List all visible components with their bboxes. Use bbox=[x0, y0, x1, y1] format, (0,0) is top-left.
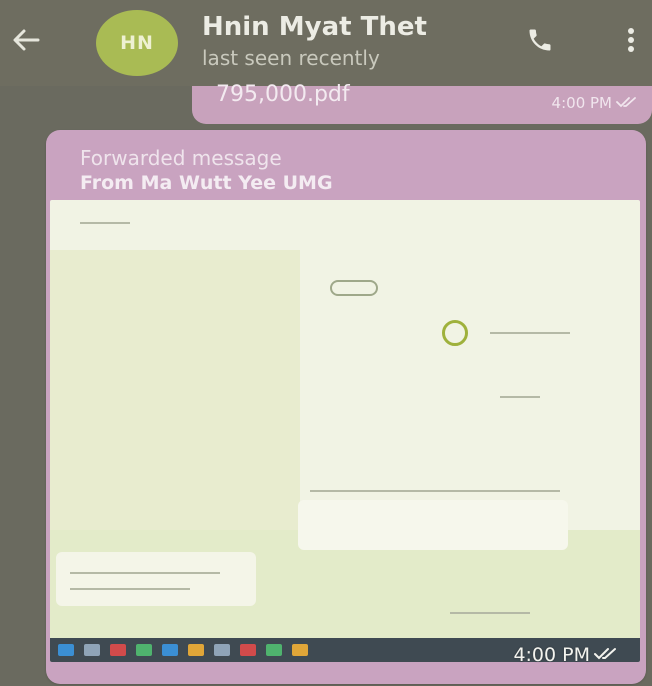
forwarded-message[interactable]: Forwarded message From Ma Wutt Yee UMG 4… bbox=[46, 130, 646, 684]
chat-area[interactable]: 795,000.pdf 4:00 PM Forwarded message Fr… bbox=[0, 82, 652, 686]
image-card bbox=[298, 500, 568, 550]
pill-shape bbox=[330, 280, 378, 296]
chat-header: HN Hnin Myat Thet last seen recently bbox=[0, 0, 652, 86]
arrow-left-icon bbox=[12, 28, 40, 57]
blurred-line bbox=[310, 490, 560, 492]
blurred-line bbox=[500, 396, 540, 398]
message-time: 4:00 PM bbox=[552, 94, 638, 112]
avatar-initials: HN bbox=[120, 32, 154, 54]
app-icon bbox=[188, 644, 204, 656]
call-button[interactable] bbox=[520, 22, 560, 62]
app-icon bbox=[240, 644, 256, 656]
blurred-line bbox=[490, 332, 570, 334]
forwarded-label: Forwarded message bbox=[80, 146, 282, 170]
app-icon bbox=[110, 644, 126, 656]
blurred-line bbox=[80, 222, 130, 224]
double-check-icon bbox=[616, 94, 638, 112]
back-button[interactable] bbox=[0, 18, 52, 66]
blurred-line bbox=[450, 612, 530, 614]
contact-name[interactable]: Hnin Myat Thet bbox=[202, 12, 427, 42]
forwarded-time-text: 4:00 PM bbox=[513, 644, 590, 666]
blurred-line bbox=[70, 572, 220, 574]
image-card bbox=[56, 552, 256, 606]
blurred-line bbox=[70, 588, 190, 590]
avatar[interactable]: HN bbox=[96, 10, 178, 76]
circle-icon bbox=[442, 320, 468, 346]
forwarded-from[interactable]: From Ma Wutt Yee UMG bbox=[80, 172, 333, 194]
contact-status: last seen recently bbox=[202, 46, 380, 70]
file-message[interactable]: 795,000.pdf 4:00 PM bbox=[192, 82, 652, 124]
app-icon bbox=[58, 644, 74, 656]
app-icon bbox=[266, 644, 282, 656]
app-icon bbox=[84, 644, 100, 656]
app-icon bbox=[136, 644, 152, 656]
file-name[interactable]: 795,000.pdf bbox=[216, 82, 350, 107]
double-check-icon bbox=[594, 644, 618, 666]
forwarded-image[interactable] bbox=[50, 200, 640, 662]
vertical-dots-icon bbox=[627, 27, 635, 58]
app-icon bbox=[162, 644, 178, 656]
app-icon bbox=[292, 644, 308, 656]
more-options-button[interactable] bbox=[616, 22, 646, 62]
app-icon bbox=[214, 644, 230, 656]
phone-icon bbox=[526, 26, 554, 59]
file-time-text: 4:00 PM bbox=[551, 94, 612, 112]
message-time: 4:00 PM bbox=[513, 644, 618, 666]
